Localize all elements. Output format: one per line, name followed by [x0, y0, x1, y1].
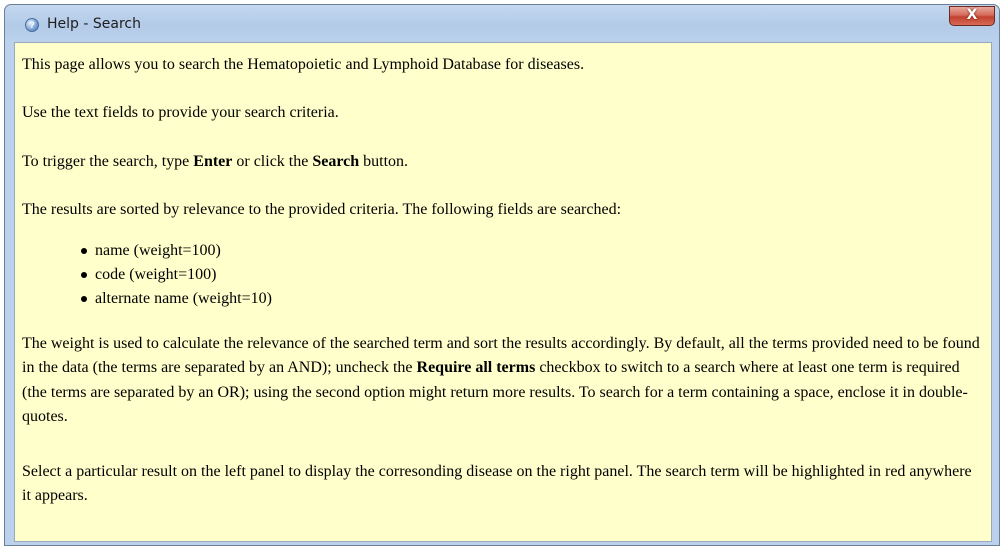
search-keyword: Search: [312, 153, 360, 170]
trigger-prefix: To trigger the search, type: [22, 153, 194, 170]
intro-paragraph: This page allows you to search the Hemat…: [22, 56, 585, 73]
list-item-label: code (weight=100): [95, 266, 217, 283]
results-intro-paragraph: The results are sorted by relevance to t…: [22, 201, 622, 218]
list-item-label: alternate name (weight=10): [95, 290, 272, 307]
help-icon: ?: [25, 18, 39, 32]
enter-keyword: Enter: [193, 153, 233, 170]
close-button[interactable]: X: [949, 6, 995, 26]
help-window: ? Help - Search X This page allows you t…: [4, 4, 1000, 546]
bullet-icon: [81, 248, 87, 254]
help-content: This page allows you to search the Hemat…: [14, 42, 992, 542]
trigger-paragraph: To trigger the search, type Enter or cli…: [22, 150, 408, 174]
trigger-suffix: button.: [359, 153, 409, 170]
list-item: name (weight=100): [75, 239, 272, 263]
bullet-icon: [81, 272, 87, 278]
title-bar[interactable]: ? Help - Search X: [5, 5, 999, 45]
list-item-label: name (weight=100): [95, 242, 221, 259]
window-title: Help - Search: [47, 16, 141, 32]
select-paragraph: Select a particular result on the left p…: [22, 463, 972, 504]
weight-paragraph: The weight is used to calculate the rele…: [22, 332, 982, 430]
searched-fields-list: name (weight=100) code (weight=100) alte…: [75, 239, 272, 311]
close-icon: X: [966, 7, 978, 23]
bullet-icon: [81, 296, 87, 302]
require-all-terms-label: Require all terms: [416, 359, 536, 377]
list-item: code (weight=100): [75, 263, 272, 287]
fields-hint-paragraph: Use the text fields to provide your sear…: [22, 104, 339, 121]
trigger-middle: or click the: [232, 153, 313, 170]
list-item: alternate name (weight=10): [75, 287, 272, 311]
